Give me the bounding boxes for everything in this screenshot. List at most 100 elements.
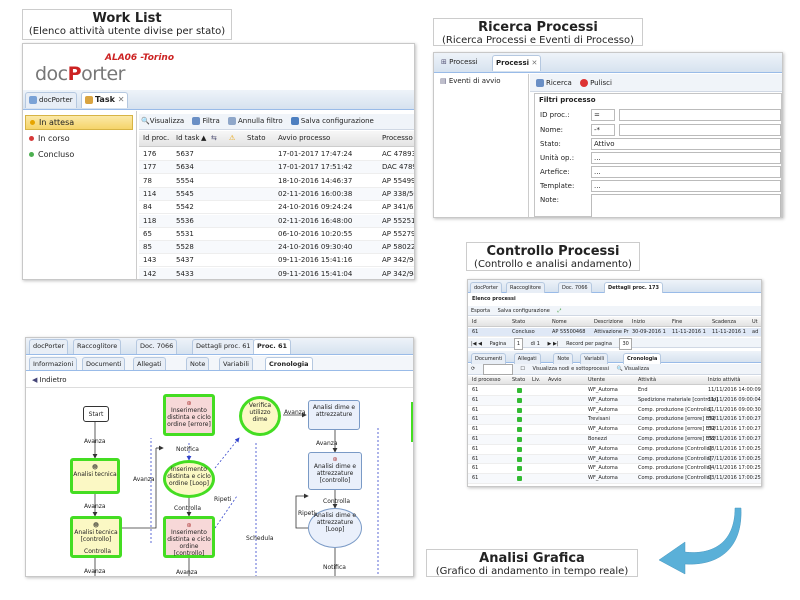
table-row[interactable]: 65 5531 06-10-2016 10:20:55 AP 55279 <box>139 227 414 241</box>
analisi-tecnica-node[interactable]: ☻ Analisi tecnica <box>70 458 120 494</box>
tab-raccoglitore[interactable]: Raccoglitore <box>506 282 545 293</box>
salva-config-button[interactable]: Salva configurazione <box>290 114 374 128</box>
column-header[interactable]: Stato <box>512 317 525 327</box>
col-warning-icon[interactable]: ⚠ <box>229 131 235 146</box>
column-header[interactable]: Attività <box>638 376 656 385</box>
nodi-checkbox[interactable]: ☐ <box>520 364 524 375</box>
analisi-dime-node[interactable]: Analisi dime e attrezzature <box>308 400 360 430</box>
table-row[interactable]: 61 WF_Automa Comp. produzione [Controllo] 0… <box>468 454 761 465</box>
tab-docporter[interactable]: docPorter <box>25 92 77 108</box>
table-row[interactable]: 61 Bonezzi Comp. produzione [errore] E52 08… <box>468 435 761 445</box>
col-id-task[interactable]: Id task <box>176 131 199 146</box>
column-header[interactable]: Fine <box>672 317 682 327</box>
status-item-concluso[interactable]: Concluso <box>29 149 74 161</box>
field-input[interactable] <box>619 109 781 121</box>
ricerca-button[interactable]: Ricerca <box>536 76 572 90</box>
tab-docporter[interactable]: docPorter <box>470 282 503 293</box>
subtab-allegati[interactable]: Allegati <box>513 353 541 364</box>
tab-dettagli-proc[interactable]: Dettagli proc. 173 <box>604 282 663 293</box>
table-row[interactable]: 61 WF_Automa Comp. produzione [Controllo] 0… <box>468 474 761 484</box>
back-button[interactable]: ◀ Indietro <box>32 376 67 384</box>
subtab-variabili[interactable]: Variabili <box>219 357 253 370</box>
column-header[interactable]: Id <box>472 317 477 327</box>
pager-next-icon[interactable]: ▶ ▶| <box>548 339 559 349</box>
records-value[interactable]: 30 <box>619 338 632 350</box>
refresh-icon[interactable]: ⟳ <box>471 364 475 375</box>
table-row[interactable]: 84 5542 24-10-2016 09:24:24 AP 341/6 <box>139 201 414 215</box>
left-item-eventi[interactable]: ▤ Eventi di avvio <box>440 77 501 85</box>
tab-processi[interactable]: Processi ✕ <box>492 55 542 71</box>
process-row[interactable]: 61 Concluso AP 55500468 Attivazione Pr 30-09… <box>468 328 761 337</box>
visualizza-button[interactable]: 🔍 Visualizza <box>617 364 649 375</box>
col-type-icon[interactable]: ⇆ <box>211 131 217 146</box>
field-input[interactable] <box>619 124 781 136</box>
subtab-cronologia[interactable]: Cronologia <box>623 353 662 364</box>
table-row[interactable]: 61 WF_Automa Spedizione materiale [control… <box>468 395 761 406</box>
table-row[interactable]: 61 WF_Automa Comp. produzione [errore] E52… <box>468 425 761 435</box>
field-input[interactable]: ... <box>591 152 781 164</box>
note-textarea[interactable] <box>591 194 781 217</box>
filter-select[interactable] <box>482 364 513 375</box>
ins-loop-node[interactable]: Inserimento distinta e ciclo ordine [Loo… <box>163 460 215 498</box>
subtab-cronologia[interactable]: Cronologia <box>265 357 313 370</box>
analisi-dime-loop-node[interactable]: Analisi dime e attrezzature [Loop] <box>308 508 362 548</box>
start-node[interactable]: Start <box>83 406 109 422</box>
table-row[interactable]: 177 5634 17-01-2017 17:51:42 DAC 4789 <box>139 161 414 175</box>
ins-ctrl-node[interactable]: ⊛ Inserimento distinta e ciclo ordine [co… <box>163 516 215 558</box>
subtab-note[interactable]: Note <box>186 357 210 370</box>
field-input[interactable]: ... <box>591 180 781 192</box>
tab-doc-7066[interactable]: Doc. 7066 <box>136 339 178 354</box>
field-input[interactable]: Attivo <box>591 138 781 150</box>
salva-config-button[interactable]: Salva configurazione <box>498 306 550 316</box>
column-header[interactable]: Inizio attività <box>708 376 740 385</box>
table-row[interactable]: 61 WF_Automa Comp. produzione [Controllo] 0… <box>468 444 761 455</box>
column-header[interactable]: Scadenza <box>712 317 736 327</box>
column-header[interactable]: Inizio <box>632 317 645 327</box>
column-header[interactable]: Descrizione <box>594 317 623 327</box>
visualizza-button[interactable]: 🔍Visualizza <box>141 114 184 128</box>
column-header[interactable]: Id processo <box>472 376 501 385</box>
tab-processi-left[interactable]: ⊞ Processi <box>438 55 481 71</box>
esporta-button[interactable]: Esporta <box>471 306 490 316</box>
table-row[interactable]: 85 5528 24-10-2016 09:30:40 AP 58022 <box>139 241 414 255</box>
column-header[interactable]: Nome <box>552 317 567 327</box>
status-item-in-attesa[interactable]: In attesa <box>25 115 133 130</box>
subtab-note[interactable]: Note <box>553 353 574 364</box>
status-item-in-corso[interactable]: In corso <box>29 133 70 145</box>
tab-raccoglitore[interactable]: Raccoglitore <box>73 339 122 354</box>
pager-first-icon[interactable]: |◀ ◀ <box>471 339 482 349</box>
subtab-documenti[interactable]: Documenti <box>471 353 507 364</box>
column-header[interactable]: Utente <box>588 376 605 385</box>
table-row[interactable]: 61 WF_Automa Comp. produzione [Controllo] 0… <box>468 464 761 475</box>
table-row[interactable]: 61 WF_Automa End 11/11/2016 14:00:09 <box>468 386 761 396</box>
column-header[interactable]: Liv. <box>532 376 540 385</box>
pager-current[interactable]: 1 <box>513 338 523 350</box>
column-header[interactable]: Avvio <box>548 376 562 385</box>
verifica-node[interactable]: Verifica utilizzo dime <box>239 396 281 436</box>
col-id-proc[interactable]: Id proc. <box>143 131 169 146</box>
close-icon[interactable]: ✕ <box>531 59 537 67</box>
tab-docporter[interactable]: docPorter <box>29 339 69 354</box>
tab-dettagli-proc-61[interactable]: Dettagli proc. 61 <box>192 339 255 354</box>
operator-select[interactable]: = <box>591 109 615 121</box>
expand-icon[interactable]: ⤢ <box>557 306 561 316</box>
table-row[interactable]: 61 WF_Automa Comp. produzione [Controllo] 1… <box>468 405 761 416</box>
subtab-allegati[interactable]: Allegati <box>133 357 166 370</box>
table-row[interactable]: 176 5637 17-01-2017 17:47:24 AC 47893 <box>139 148 414 161</box>
subtab-variabili[interactable]: Variabili <box>580 353 609 364</box>
operator-select[interactable]: -* <box>591 124 615 136</box>
column-header[interactable]: Stato <box>512 376 525 385</box>
col-stato[interactable]: Stato <box>247 131 266 146</box>
subtab-documenti[interactable]: Documenti <box>82 357 126 370</box>
table-row[interactable]: 143 5437 09-11-2016 15:41:16 AP 342/94 <box>139 254 414 268</box>
tab-proc-61[interactable]: Proc. 61 <box>253 339 292 354</box>
close-icon[interactable]: ✕ <box>118 95 125 104</box>
tab-doc-7066[interactable]: Doc. 7066 <box>558 282 592 293</box>
table-row[interactable]: 142 5433 09-11-2016 15:41:04 AP 342/94 <box>139 267 414 279</box>
table-row[interactable]: 78 5554 18-10-2016 14:46:37 AP 55499 <box>139 174 414 188</box>
analisi-dime-ctrl-node[interactable]: ⊛ Analisi dime e attrezzature [controllo] <box>308 452 362 490</box>
tab-task[interactable]: Task ✕ <box>81 92 129 108</box>
table-row[interactable]: 118 5536 02-11-2016 16:48:00 AP 55251 <box>139 214 414 228</box>
field-input[interactable]: ... <box>591 166 781 178</box>
filtra-button[interactable]: Filtra <box>192 114 220 128</box>
